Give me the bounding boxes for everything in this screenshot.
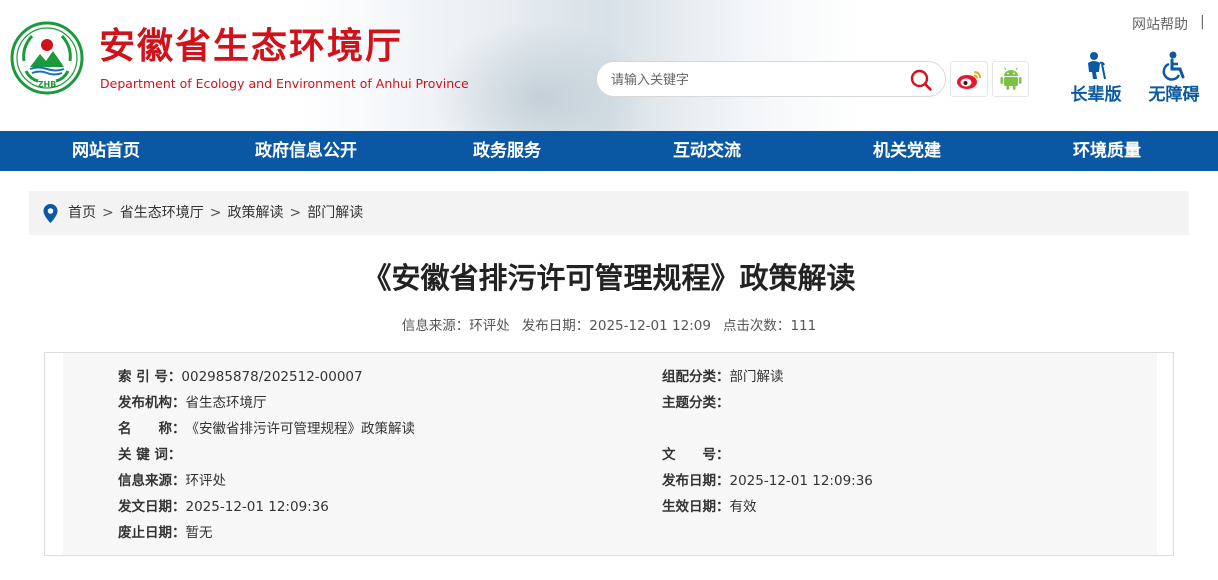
weibo-button[interactable] <box>950 61 988 97</box>
info-docno-label: 文 号： <box>662 447 730 463</box>
elder-mode-button[interactable]: 长辈版 <box>1066 51 1126 111</box>
info-publisher-row: 发布机构：省生态环境厅 <box>118 390 267 416</box>
elder-mode-label: 长辈版 <box>1070 85 1122 105</box>
breadcrumb: 首页 > 省生态环境厅 > 政策解读 > 部门解读 <box>29 191 1189 235</box>
info-index-value: 002985878/202512-00007 <box>181 369 363 385</box>
info-effective-value: 有效 <box>729 499 757 515</box>
info-topic-row: 主题分类： <box>662 390 730 416</box>
info-pubdate-value: 2025-12-01 12:09:36 <box>729 473 873 489</box>
breadcrumb-trail: 首页 > 省生态环境厅 > 政策解读 > 部门解读 <box>68 191 363 235</box>
nav-item-services[interactable]: 政务服务 <box>473 131 541 171</box>
meta-views: 111 <box>790 318 817 334</box>
info-effective-label: 生效日期： <box>662 499 730 515</box>
info-pubdate-row: 发布日期：2025-12-01 12:09:36 <box>662 468 873 494</box>
info-table-body: 索 引 号：002985878/202512-00007 组配分类：部门解读 发… <box>63 353 1157 555</box>
info-name-row: 名 称：《安徽省排污许可管理规程》政策解读 <box>118 416 415 442</box>
info-source-label: 信息来源： <box>118 473 186 489</box>
accessibility-label: 无障碍 <box>1148 85 1200 105</box>
wheelchair-icon <box>1162 51 1185 81</box>
breadcrumb-current[interactable]: 部门解读 <box>307 205 363 221</box>
info-category-row: 组配分类：部门解读 <box>662 364 784 390</box>
main-nav: 网站首页 政府信息公开 政务服务 互动交流 机关党建 环境质量 <box>0 131 1218 171</box>
meta-date: 2025-12-01 12:09 <box>589 318 711 334</box>
nav-item-gov-info[interactable]: 政府信息公开 <box>255 131 357 171</box>
nav-item-interaction[interactable]: 互动交流 <box>673 131 741 171</box>
info-index-row: 索 引 号：002985878/202512-00007 <box>118 364 363 390</box>
search-box <box>596 61 946 97</box>
nav-item-home[interactable]: 网站首页 <box>72 131 140 171</box>
info-name-value: 《安徽省排污许可管理规程》政策解读 <box>185 421 416 437</box>
info-keywords-label: 关 键 词： <box>118 447 182 463</box>
info-keywords-row: 关 键 词： <box>118 442 181 468</box>
nav-item-party[interactable]: 机关党建 <box>873 131 941 171</box>
info-docno-row: 文 号： <box>662 442 730 468</box>
accessibility-button[interactable]: 无障碍 <box>1144 51 1204 111</box>
help-link[interactable]: 网站帮助 <box>1132 14 1188 34</box>
search-icon[interactable] <box>909 68 933 92</box>
info-issuedate-label: 发文日期： <box>118 499 186 515</box>
info-publisher-label: 发布机构： <box>118 395 186 411</box>
nav-item-environment[interactable]: 环境质量 <box>1073 131 1141 171</box>
info-table: 索 引 号：002985878/202512-00007 组配分类：部门解读 发… <box>44 352 1174 556</box>
android-app-button[interactable] <box>992 61 1029 97</box>
site-subtitle: Department of Ecology and Environment of… <box>100 76 469 91</box>
meta-source: 环评处 <box>469 318 510 334</box>
breadcrumb-department[interactable]: 省生态环境厅 <box>120 205 204 221</box>
info-category-value: 部门解读 <box>729 369 784 385</box>
android-icon <box>1000 67 1021 90</box>
breadcrumb-sep: > <box>289 205 302 221</box>
breadcrumb-home[interactable]: 首页 <box>68 205 96 221</box>
meta-views-label: 点击次数： <box>722 318 791 334</box>
elder-icon <box>1088 52 1106 80</box>
info-index-label: 索 引 号： <box>118 369 182 385</box>
info-category-label: 组配分类： <box>662 369 730 385</box>
zhb-emblem-logo[interactable]: ZHB <box>10 21 84 95</box>
breadcrumb-sep: > <box>102 205 114 221</box>
info-expire-label: 废止日期： <box>118 525 186 541</box>
info-pubdate-label: 发布日期： <box>662 473 730 489</box>
info-source-row: 信息来源：环评处 <box>118 468 226 494</box>
info-name-label: 名 称： <box>118 421 186 437</box>
search-input[interactable] <box>611 70 901 90</box>
breadcrumb-sep: > <box>209 205 222 221</box>
info-issuedate-value: 2025-12-01 12:09:36 <box>185 499 329 515</box>
info-topic-label: 主题分类： <box>662 395 730 411</box>
meta-source-label: 信息来源： <box>401 318 470 334</box>
info-effective-row: 生效日期：有效 <box>662 494 757 520</box>
info-expire-value: 暂无 <box>185 525 213 541</box>
meta-date-label: 发布日期： <box>521 318 590 334</box>
article-title: 《安徽省排污许可管理规程》政策解读 <box>362 261 856 295</box>
logo-text: ZHB <box>38 80 57 89</box>
info-issuedate-row: 发文日期：2025-12-01 12:09:36 <box>118 494 329 520</box>
location-pin-icon <box>43 204 58 223</box>
info-expire-row: 废止日期：暂无 <box>118 520 213 546</box>
breadcrumb-policy[interactable]: 政策解读 <box>227 205 283 221</box>
help-separator: | <box>1200 14 1205 30</box>
article-meta: 信息来源：环评处 发布日期：2025-12-01 12:09 点击次数：111 <box>0 316 1218 336</box>
site-title[interactable]: 安徽省生态环境厅 <box>99 25 403 69</box>
weibo-icon <box>957 71 981 89</box>
site-header: ZHB 安徽省生态环境厅 Department of Ecology and E… <box>0 0 1218 131</box>
info-publisher-value: 省生态环境厅 <box>185 395 267 411</box>
info-source-value: 环评处 <box>185 473 227 489</box>
